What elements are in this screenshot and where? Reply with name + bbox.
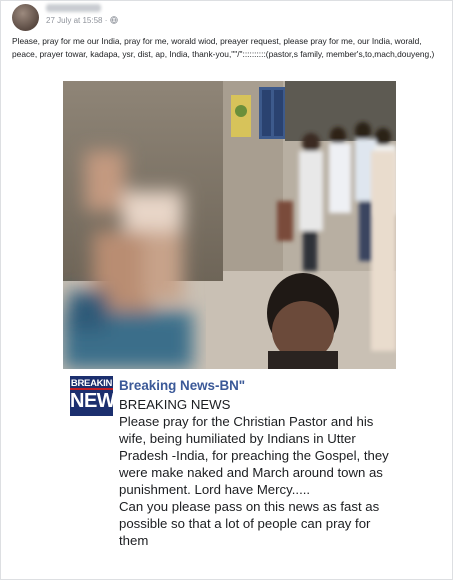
page-name-link[interactable]: Breaking News-BN": [119, 378, 245, 393]
breaking-news-logo: BREAKIN NEWS: [70, 376, 129, 416]
news-heading: BREAKING NEWS: [119, 397, 231, 412]
facebook-post: 27 July at 15:58 · Please, pray for me o…: [0, 0, 453, 580]
author-name-blurred[interactable]: [46, 4, 101, 12]
post-caption: Please, pray for me our India, pray for …: [12, 36, 435, 59]
author-avatar[interactable]: [12, 4, 39, 31]
news-text: BREAKING NEWS Please pray for the Christ…: [119, 396, 394, 549]
shared-image-card[interactable]: BREAKIN NEWS Breaking News-BN" BREAKING …: [63, 81, 396, 579]
post-meta: 27 July at 15:58 ·: [46, 16, 118, 25]
news-paragraph-1: Please pray for the Christian Pastor and…: [119, 414, 389, 497]
news-paragraph-2: Can you please pass on this news as fast…: [119, 499, 380, 548]
globe-icon: [109, 16, 118, 24]
logo-line-2: NEWS: [70, 388, 129, 412]
news-photo: [63, 81, 396, 369]
post-timestamp[interactable]: 27 July at 15:58: [46, 16, 102, 25]
